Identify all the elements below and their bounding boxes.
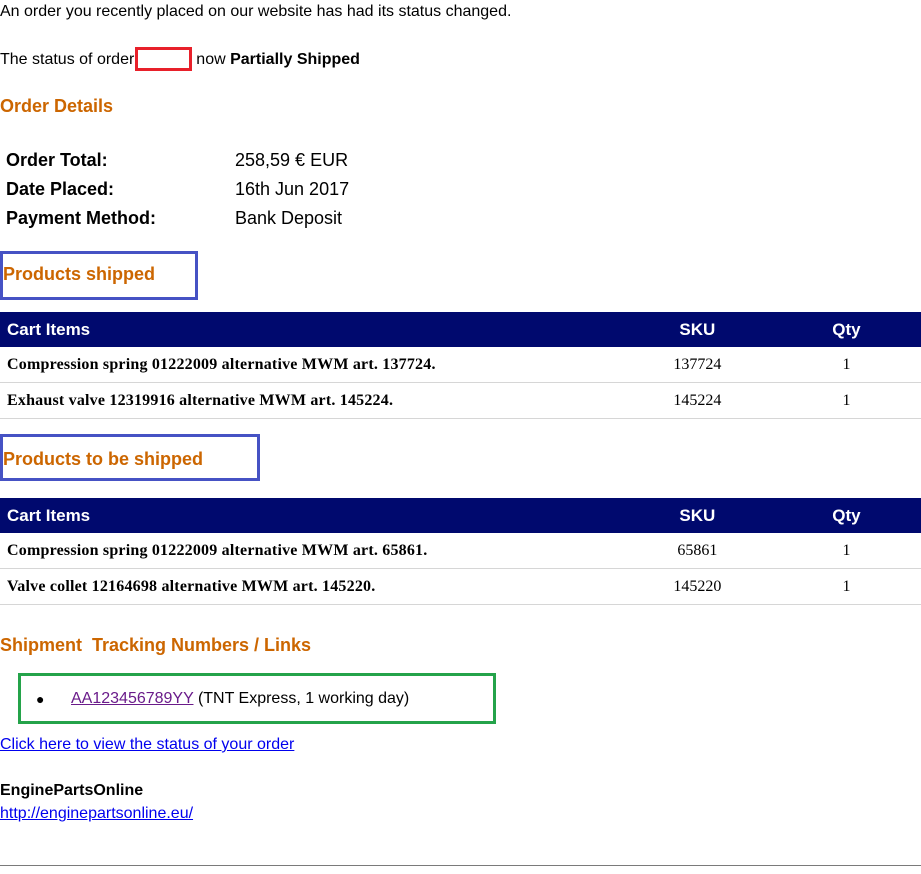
order-status-value: Partially Shipped [230, 51, 360, 68]
website-link[interactable]: http://enginepartsonline.eu/ [0, 805, 193, 823]
tracking-number-link[interactable]: AA123456789YY [71, 690, 193, 707]
order-details-list: Order Total: 258,59 € EUR Date Placed: 16t… [6, 148, 349, 235]
footer-divider [0, 865, 921, 866]
intro-text: An order you recently placed on our webs… [0, 3, 512, 20]
payment-method-label: Payment Method: [6, 208, 157, 228]
column-header-cart-items: Cart Items [0, 312, 623, 347]
view-order-status-link[interactable]: Click here to view the status of your or… [0, 736, 294, 754]
products-shipped-heading: Products shipped [3, 264, 156, 284]
bullet-icon: ● [36, 691, 45, 707]
item-name: Compression spring 01222009 alternative … [0, 533, 623, 569]
payment-method-value: Bank Deposit [235, 208, 343, 228]
table-header-row: Cart Items SKU Qty [0, 498, 921, 533]
item-qty: 1 [771, 533, 921, 569]
order-total-row: Order Total: 258,59 € EUR [6, 148, 349, 177]
tracking-entry: AA123456789YY (TNT Express, 1 working da… [71, 689, 409, 709]
tracking-heading: Shipment Tracking Numbers / Links [0, 635, 312, 655]
status-middle: now [196, 51, 226, 68]
redacted-order-number [135, 47, 193, 71]
item-sku: 145224 [622, 382, 772, 419]
table-row: Valve collet 12164698 alternative MWM ar… [0, 568, 921, 605]
table-row: Compression spring 01222009 alternative … [0, 347, 921, 383]
products-shipped-heading-box: Products shipped [0, 251, 198, 300]
column-header-qty: Qty [771, 498, 921, 533]
item-sku: 145220 [622, 568, 772, 605]
payment-method-row: Payment Method: Bank Deposit [6, 206, 349, 235]
item-name: Valve collet 12164698 alternative MWM ar… [0, 568, 623, 605]
column-header-sku: SKU [622, 498, 772, 533]
date-placed-value: 16th Jun 2017 [235, 179, 350, 199]
table-header-row: Cart Items SKU Qty [0, 312, 921, 347]
brand-name: EnginePartsOnline [0, 782, 144, 799]
item-qty: 1 [771, 347, 921, 383]
products-to-ship-heading-box: Products to be shipped [0, 434, 260, 481]
column-header-sku: SKU [622, 312, 772, 347]
item-sku: 65861 [622, 533, 772, 569]
date-placed-row: Date Placed: 16th Jun 2017 [6, 177, 349, 206]
tracking-carrier-details: (TNT Express, 1 working day) [197, 690, 410, 707]
column-header-qty: Qty [771, 312, 921, 347]
order-details-heading: Order Details [0, 96, 114, 116]
item-name: Exhaust valve 12319916 alternative MWM a… [0, 382, 623, 419]
order-status-line: The status of order now Partially Shipped [0, 47, 360, 71]
tracking-list: ● AA123456789YY (TNT Express, 1 working … [18, 673, 496, 724]
order-total-label: Order Total: [6, 150, 108, 170]
item-qty: 1 [771, 568, 921, 605]
column-header-cart-items: Cart Items [0, 498, 623, 533]
products-to-ship-table: Cart Items SKU Qty Compression spring 01… [0, 498, 921, 605]
table-row: Exhaust valve 12319916 alternative MWM a… [0, 382, 921, 419]
table-row: Compression spring 01222009 alternative … [0, 533, 921, 569]
order-total-value: 258,59 € EUR [235, 150, 349, 170]
status-prefix: The status of order [0, 51, 135, 68]
products-shipped-table: Cart Items SKU Qty Compression spring 01… [0, 312, 921, 419]
item-name: Compression spring 01222009 alternative … [0, 347, 623, 383]
item-sku: 137724 [622, 347, 772, 383]
products-to-ship-heading: Products to be shipped [3, 449, 204, 469]
date-placed-label: Date Placed: [6, 179, 115, 199]
item-qty: 1 [771, 382, 921, 419]
